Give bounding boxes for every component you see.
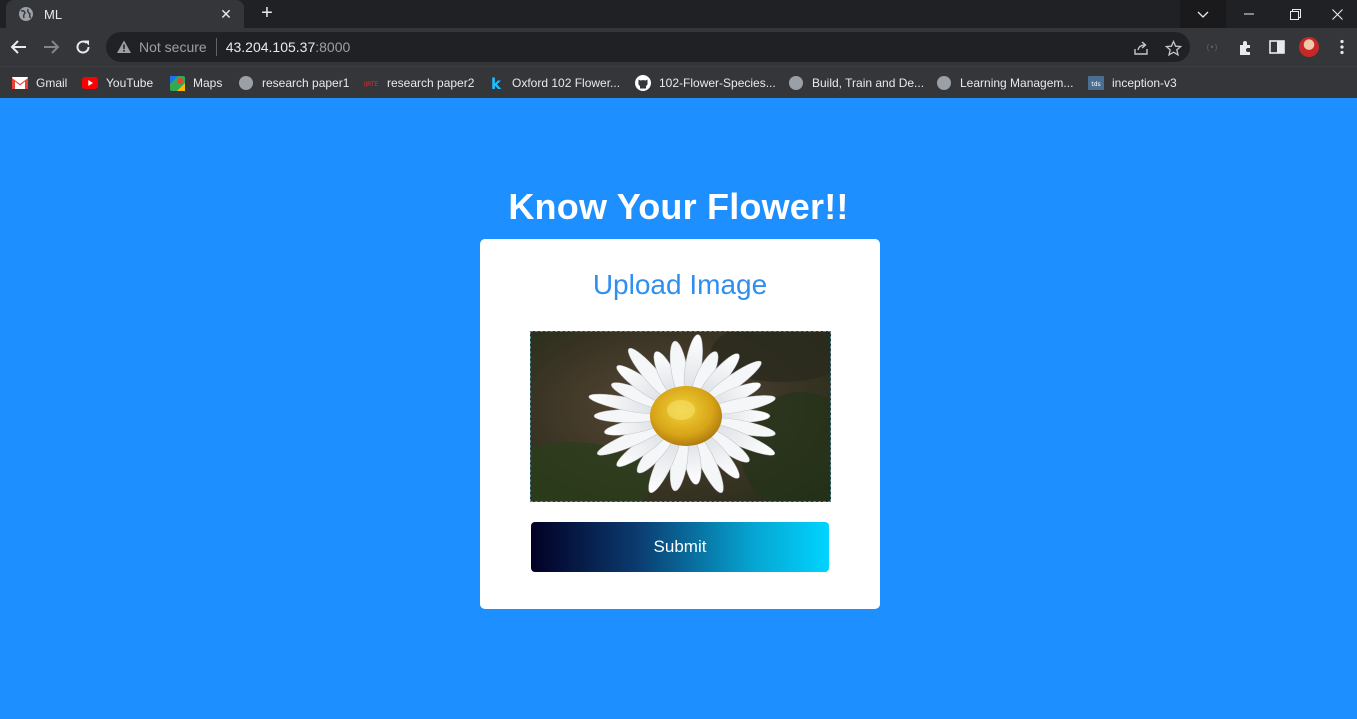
bookmark-maps[interactable]: Maps <box>169 72 222 94</box>
bookmark-label: Gmail <box>36 76 68 90</box>
bookmark-label: Learning Managem... <box>960 76 1074 90</box>
avatar[interactable] <box>1299 37 1319 57</box>
upload-title: Upload Image <box>592 269 768 300</box>
gmail-icon <box>12 75 28 91</box>
url-port: :8000 <box>315 39 351 55</box>
github-icon <box>635 75 651 91</box>
maps-icon <box>169 75 185 91</box>
side-panel-icon[interactable] <box>1268 38 1286 56</box>
bookmark-research-paper2[interactable]: IJRTE research paper2 <box>363 72 475 94</box>
bookmark-gmail[interactable]: Gmail <box>12 72 67 94</box>
close-tab-icon[interactable]: ✕ <box>218 6 234 23</box>
bookmark-label: research paper1 <box>262 76 350 90</box>
back-button[interactable] <box>8 36 30 58</box>
bookmark-label: inception-v3 <box>1112 76 1177 90</box>
bookmark-label: YouTube <box>106 76 154 90</box>
svg-text:(•): (•) <box>1207 43 1218 52</box>
share-icon[interactable] <box>1132 39 1150 57</box>
bookmark-label: Oxford 102 Flower... <box>512 76 621 90</box>
reload-icon <box>76 40 90 54</box>
globe-icon <box>788 75 804 91</box>
svg-text:k: k <box>491 75 502 91</box>
paper-icon: IJRTE <box>363 75 379 91</box>
bookmark-learning-management[interactable]: Learning Managem... <box>936 72 1073 94</box>
bookmark-label: Maps <box>193 76 223 90</box>
divider <box>215 38 217 56</box>
youtube-icon <box>82 75 98 91</box>
reload-button[interactable] <box>72 36 94 58</box>
bookmark-research-paper1[interactable]: research paper1 <box>238 72 349 94</box>
globe-icon <box>936 75 952 91</box>
restore-button[interactable] <box>1272 0 1318 28</box>
close-window-button[interactable] <box>1318 0 1357 28</box>
tab-strip: ML ✕ + <box>0 0 1357 28</box>
bookmark-label: Build, Train and De... <box>812 76 925 90</box>
daisy-flower-preview <box>531 332 830 501</box>
bookmark-oxford-102-flower[interactable]: k Oxford 102 Flower... <box>488 72 620 94</box>
address-bar[interactable]: Not secure 43.204.105.37 :8000 <box>106 32 1190 62</box>
tds-icon: tds <box>1088 75 1104 91</box>
browser-tab[interactable]: ML ✕ <box>6 0 244 28</box>
submit-button[interactable]: Submit <box>531 522 829 572</box>
bookmark-youtube[interactable]: YouTube <box>82 72 153 94</box>
bookmarks-bar: Gmail YouTube Maps research paper1 IJRTE… <box>0 66 1357 98</box>
minimize-icon <box>1244 13 1254 15</box>
globe-icon <box>238 75 254 91</box>
bookmark-label: 102-Flower-Species... <box>659 76 776 90</box>
url-host: 43.204.105.37 <box>225 39 316 55</box>
warning-icon[interactable] <box>116 39 132 55</box>
restore-icon <box>1289 8 1301 20</box>
bookmark-102-flower-species[interactable]: 102-Flower-Species... <box>635 72 776 94</box>
bookmark-label: research paper2 <box>387 76 475 90</box>
security-label: Not secure <box>139 39 207 55</box>
extensions-icon[interactable] <box>1236 38 1254 56</box>
close-icon <box>1332 8 1343 20</box>
arrow-right-icon <box>44 40 60 54</box>
chevron-down-icon <box>1197 11 1209 18</box>
forward-button[interactable] <box>40 36 62 58</box>
tds-badge-text: tds <box>1091 81 1100 88</box>
kaggle-icon: k <box>488 75 504 91</box>
svg-text:IJRTE: IJRTE <box>364 81 379 87</box>
new-tab-button[interactable]: + <box>255 3 279 25</box>
minimize-button[interactable] <box>1226 0 1272 28</box>
page-title: Know Your Flower!! <box>508 186 849 227</box>
browser-toolbar: Not secure 43.204.105.37 :8000 (•) <box>0 28 1357 66</box>
tab-title: ML <box>44 6 63 22</box>
image-dropzone[interactable] <box>530 331 831 502</box>
arrow-left-icon <box>10 40 26 54</box>
upload-card: Upload Image Submit <box>480 239 880 609</box>
cast-icon[interactable]: (•) <box>1203 38 1221 56</box>
star-icon[interactable] <box>1164 39 1182 57</box>
bookmark-inception-v3[interactable]: tds inception-v3 <box>1088 72 1177 94</box>
kebab-menu-icon[interactable] <box>1333 38 1351 56</box>
globe-icon <box>18 6 34 22</box>
tab-search-button[interactable] <box>1180 0 1226 28</box>
bookmark-build-train[interactable]: Build, Train and De... <box>788 72 924 94</box>
